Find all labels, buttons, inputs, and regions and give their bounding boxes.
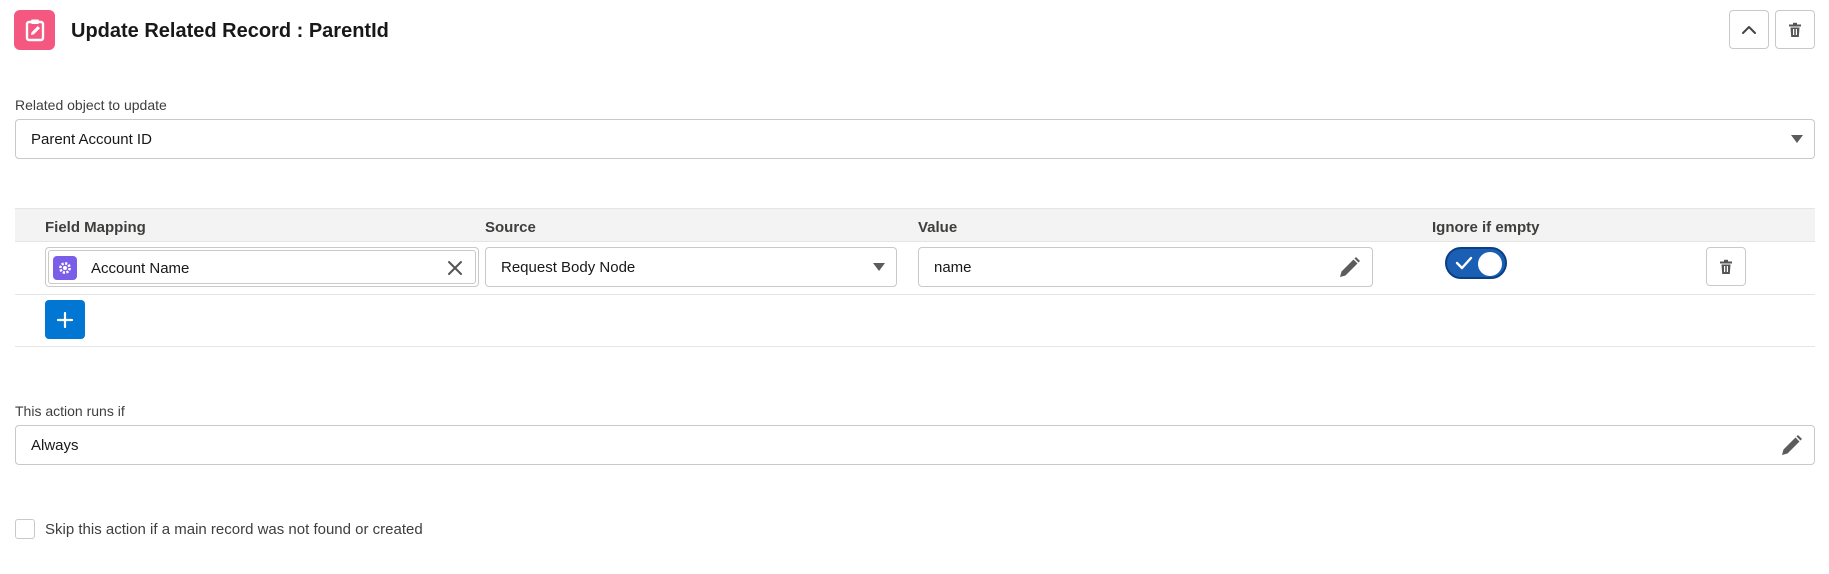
chevron-up-icon: [1742, 25, 1756, 34]
condition-value: Always: [31, 436, 79, 454]
add-row-area: [15, 295, 1815, 347]
related-object-select[interactable]: Parent Account ID: [15, 119, 1815, 159]
ignore-if-empty-toggle[interactable]: [1445, 247, 1507, 279]
caret-down-icon: [873, 263, 885, 271]
condition-input[interactable]: Always: [15, 425, 1815, 465]
skip-action-checkbox[interactable]: [15, 519, 35, 539]
field-mapping-input[interactable]: Account Name: [45, 247, 479, 287]
field-pill-label: Account Name: [91, 260, 190, 277]
table-row: Account Name Request Body Node name: [15, 242, 1815, 295]
column-header-value: Value: [918, 219, 958, 236]
skip-action-label: Skip this action if a main record was no…: [45, 521, 423, 538]
delete-row-button[interactable]: [1706, 247, 1746, 286]
toggle-knob: [1478, 252, 1502, 276]
column-header-ignore-if-empty: Ignore if empty: [1432, 219, 1540, 236]
delete-action-button[interactable]: [1775, 10, 1815, 49]
field-pill: Account Name: [48, 250, 476, 284]
column-header-source: Source: [485, 219, 536, 236]
checkmark-icon: [1455, 256, 1473, 270]
action-header: Update Related Record : ParentId: [14, 10, 1816, 52]
related-object-label: Related object to update: [15, 97, 167, 113]
plus-icon: [56, 311, 74, 328]
close-icon[interactable]: [445, 258, 465, 278]
field-gear-icon: [53, 256, 77, 280]
related-object-value: Parent Account ID: [31, 130, 152, 148]
source-value: Request Body Node: [501, 258, 636, 276]
collapse-button[interactable]: [1729, 10, 1769, 49]
caret-down-icon: [1791, 135, 1803, 143]
trash-icon: [1789, 22, 1801, 37]
page-title: Update Related Record : ParentId: [71, 20, 389, 42]
condition-label: This action runs if: [15, 403, 125, 419]
clipboard-edit-icon: [14, 10, 55, 50]
trash-icon: [1720, 259, 1732, 274]
pencil-icon[interactable]: [1336, 255, 1362, 281]
source-select[interactable]: Request Body Node: [485, 247, 897, 287]
add-mapping-button[interactable]: [45, 300, 85, 339]
value-text: name: [934, 258, 972, 276]
value-input[interactable]: name: [918, 247, 1373, 287]
column-header-field-mapping: Field Mapping: [45, 219, 146, 236]
mapping-table-header: Field Mapping Source Value Ignore if emp…: [15, 208, 1815, 242]
pencil-icon[interactable]: [1778, 433, 1804, 459]
